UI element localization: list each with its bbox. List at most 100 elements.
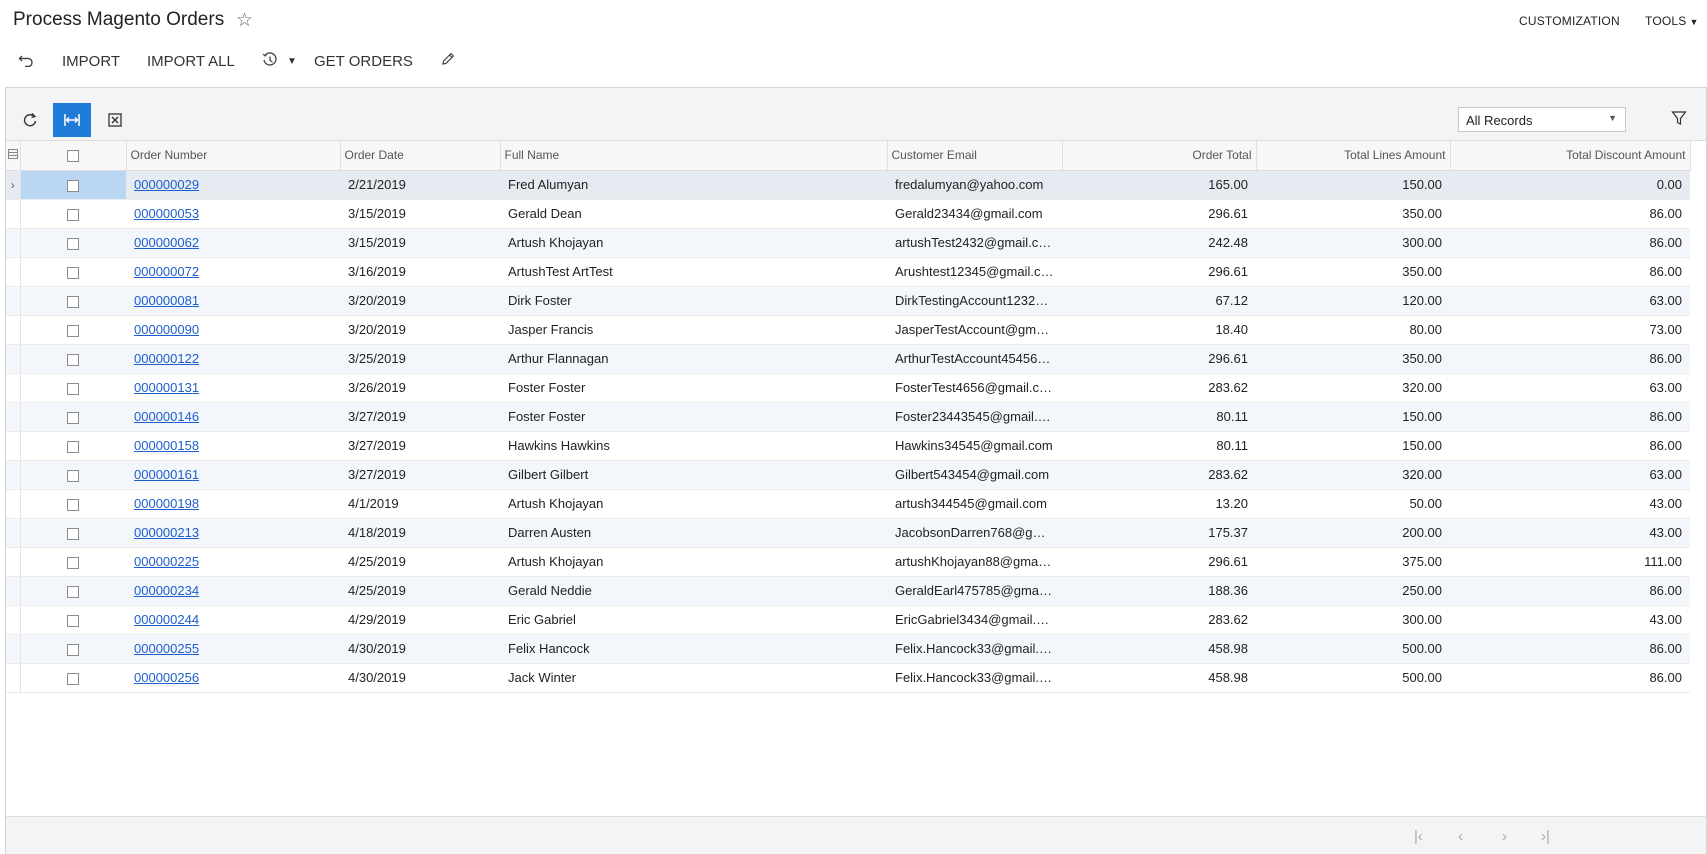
column-header-order-number[interactable]: Order Number [126, 141, 341, 171]
row-select-cell[interactable] [20, 228, 126, 258]
row-indicator[interactable] [6, 489, 21, 519]
order-number-link[interactable]: 000000062 [134, 235, 199, 250]
table-row[interactable]: 000000244 4/29/2019 Eric Gabriel EricGabrie… [6, 605, 1690, 635]
row-indicator[interactable] [6, 344, 21, 374]
previous-page-icon[interactable]: ‹ [1458, 828, 1463, 845]
column-header-order-total[interactable]: Order Total [1062, 141, 1257, 171]
row-checkbox[interactable] [67, 382, 80, 395]
row-select-cell[interactable] [20, 518, 126, 548]
row-checkbox[interactable] [67, 614, 80, 627]
order-number-link[interactable]: 000000158 [134, 438, 199, 453]
order-number-link[interactable]: 000000029 [134, 177, 199, 192]
row-checkbox[interactable] [67, 643, 80, 656]
row-indicator[interactable] [6, 518, 21, 548]
tools-menu[interactable]: TOOLS ▼ [1645, 14, 1699, 28]
table-row[interactable]: 000000256 4/30/2019 Jack Winter Felix.Hanco… [6, 663, 1690, 693]
undo-icon[interactable] [18, 51, 34, 71]
row-settings-header[interactable] [6, 141, 21, 171]
row-select-cell[interactable] [20, 460, 126, 490]
table-row[interactable]: 000000198 4/1/2019 Artush Khojayan artush34… [6, 489, 1690, 519]
row-indicator[interactable] [6, 431, 21, 461]
order-number-link[interactable]: 000000072 [134, 264, 199, 279]
refresh-icon[interactable] [11, 103, 49, 137]
row-checkbox[interactable] [67, 440, 80, 453]
row-select-cell[interactable] [20, 547, 126, 577]
row-indicator[interactable] [6, 547, 21, 577]
row-indicator[interactable] [6, 286, 21, 316]
row-select-cell[interactable] [20, 315, 126, 345]
import-all-button[interactable]: IMPORT ALL [147, 53, 235, 70]
row-indicator[interactable]: › [6, 170, 21, 200]
column-header-order-date[interactable]: Order Date [340, 141, 501, 171]
order-number-link[interactable]: 000000256 [134, 670, 199, 685]
first-page-icon[interactable]: |‹ [1414, 828, 1423, 845]
row-select-cell[interactable] [20, 257, 126, 287]
row-checkbox[interactable] [67, 353, 80, 366]
select-all-header[interactable] [20, 141, 127, 171]
order-number-link[interactable]: 000000244 [134, 612, 199, 627]
order-number-link[interactable]: 000000255 [134, 641, 199, 656]
order-number-link[interactable]: 000000213 [134, 525, 199, 540]
table-row[interactable]: 000000213 4/18/2019 Darren Austen JacobsonD… [6, 518, 1690, 548]
order-number-link[interactable]: 000000090 [134, 322, 199, 337]
column-header-total-lines-amount[interactable]: Total Lines Amount [1256, 141, 1451, 171]
row-indicator[interactable] [6, 228, 21, 258]
table-row[interactable]: 000000161 3/27/2019 Gilbert Gilbert Gilbert… [6, 460, 1690, 490]
row-select-cell[interactable] [20, 576, 126, 606]
row-select-cell[interactable] [20, 402, 126, 432]
row-select-cell[interactable] [20, 634, 126, 664]
row-checkbox[interactable] [67, 237, 80, 250]
next-page-icon[interactable]: › [1502, 828, 1507, 845]
records-filter-select[interactable]: All Records ▼ [1458, 107, 1626, 132]
row-indicator[interactable] [6, 634, 21, 664]
row-select-cell[interactable] [20, 373, 126, 403]
row-checkbox[interactable] [67, 266, 80, 279]
table-row[interactable]: 000000053 3/15/2019 Gerald Dean Gerald23434… [6, 199, 1690, 229]
row-indicator[interactable] [6, 257, 21, 287]
order-number-link[interactable]: 000000225 [134, 554, 199, 569]
table-row[interactable]: › 000000029 2/21/2019 Fred Alumyan fredalumy… [6, 170, 1690, 200]
table-row[interactable]: 000000225 4/25/2019 Artush Khojayan artushK… [6, 547, 1690, 577]
grid-settings-icon[interactable] [7, 149, 18, 160]
table-row[interactable]: 000000146 3/27/2019 Foster Foster Foster234… [6, 402, 1690, 432]
order-number-link[interactable]: 000000161 [134, 467, 199, 482]
table-row[interactable]: 000000090 3/20/2019 Jasper Francis JasperTe… [6, 315, 1690, 345]
row-select-cell[interactable] [20, 431, 126, 461]
table-row[interactable]: 000000081 3/20/2019 Dirk Foster DirkTesting… [6, 286, 1690, 316]
table-row[interactable]: 000000131 3/26/2019 Foster Foster FosterTes… [6, 373, 1690, 403]
row-checkbox[interactable] [67, 498, 80, 511]
row-checkbox[interactable] [67, 527, 80, 540]
last-page-icon[interactable]: ›| [1541, 828, 1550, 845]
row-checkbox[interactable] [67, 556, 80, 569]
column-header-full-name[interactable]: Full Name [500, 141, 888, 171]
row-indicator[interactable] [6, 402, 21, 432]
row-select-cell[interactable] [20, 170, 126, 200]
table-row[interactable]: 000000072 3/16/2019 ArtushTest ArtTest Arus… [6, 257, 1690, 287]
row-checkbox[interactable] [67, 179, 80, 192]
column-header-total-discount-amount[interactable]: Total Discount Amount [1450, 141, 1691, 171]
row-select-cell[interactable] [20, 199, 126, 229]
row-indicator[interactable] [6, 199, 21, 229]
get-orders-button[interactable]: GET ORDERS [314, 53, 413, 70]
row-select-cell[interactable] [20, 489, 126, 519]
order-number-link[interactable]: 000000053 [134, 206, 199, 221]
order-number-link[interactable]: 000000122 [134, 351, 199, 366]
customization-menu[interactable]: CUSTOMIZATION [1519, 14, 1620, 28]
row-checkbox[interactable] [67, 672, 80, 685]
table-row[interactable]: 000000062 3/15/2019 Artush Khojayan artushT… [6, 228, 1690, 258]
row-indicator[interactable] [6, 576, 21, 606]
fit-to-screen-icon[interactable] [53, 103, 91, 137]
row-checkbox[interactable] [67, 324, 80, 337]
table-row[interactable]: 000000158 3/27/2019 Hawkins Hawkins Hawkins… [6, 431, 1690, 461]
table-row[interactable]: 000000255 4/30/2019 Felix Hancock Felix.Han… [6, 634, 1690, 664]
chevron-down-icon[interactable]: ▼ [287, 56, 297, 67]
row-indicator[interactable] [6, 605, 21, 635]
column-header-customer-email[interactable]: Customer Email [887, 141, 1063, 171]
export-excel-icon[interactable] [96, 103, 134, 137]
order-number-link[interactable]: 000000146 [134, 409, 199, 424]
row-select-cell[interactable] [20, 663, 126, 693]
import-button[interactable]: IMPORT [62, 53, 120, 70]
table-row[interactable]: 000000234 4/25/2019 Gerald Neddie GeraldEar… [6, 576, 1690, 606]
row-checkbox[interactable] [67, 208, 80, 221]
order-number-link[interactable]: 000000131 [134, 380, 199, 395]
